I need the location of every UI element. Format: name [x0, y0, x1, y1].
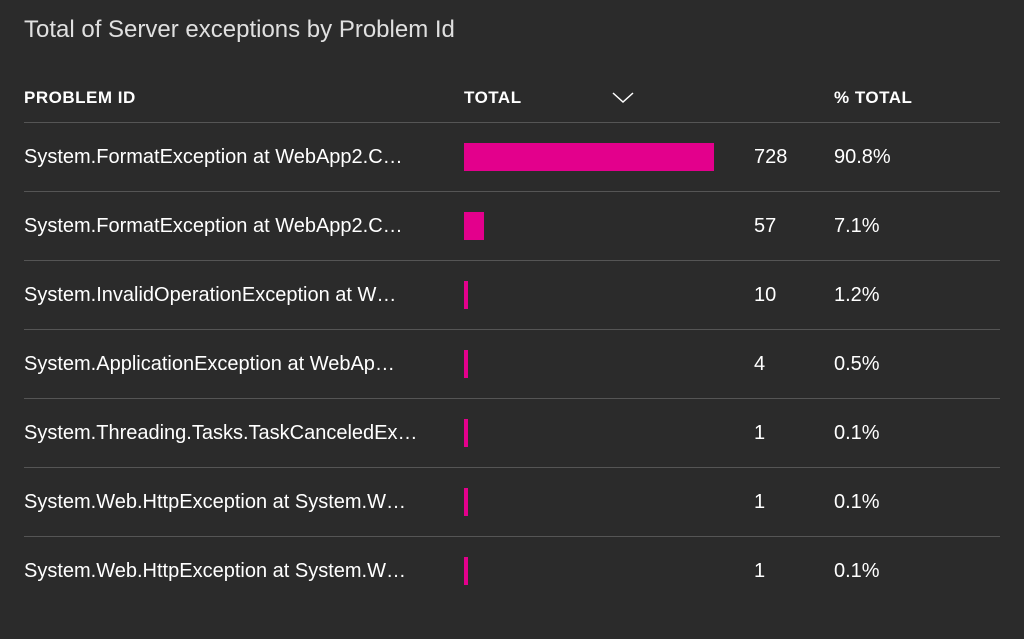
bar-container: [464, 557, 714, 585]
total-value: 1: [734, 491, 834, 514]
value-bar: [464, 212, 484, 240]
column-header-total-label: TOTAL: [464, 88, 522, 108]
table-row[interactable]: System.FormatException at WebApp2.C… 7289…: [24, 123, 1000, 192]
value-bar: [464, 281, 468, 309]
percent-value: 0.1%: [834, 422, 880, 445]
table-row[interactable]: System.Web.HttpException at System.W… 10.…: [24, 468, 1000, 537]
total-cell: [464, 557, 734, 585]
value-bar: [464, 557, 468, 585]
bar-container: [464, 281, 714, 309]
table-row[interactable]: System.ApplicationException at WebAp… 40.…: [24, 330, 1000, 399]
problem-id-cell: System.FormatException at WebApp2.C…: [24, 146, 464, 169]
value-bar: [464, 143, 714, 171]
column-header-problem-id[interactable]: PROBLEM ID: [24, 88, 464, 108]
total-value: 1: [734, 422, 834, 445]
percent-value: 7.1%: [834, 215, 880, 238]
table-header-row: PROBLEM ID TOTAL % TOTAL: [24, 74, 1000, 123]
total-value: 4: [734, 353, 834, 376]
total-cell: [464, 350, 734, 378]
bar-container: [464, 212, 714, 240]
problem-id-cell: System.Threading.Tasks.TaskCanceledEx…: [24, 422, 464, 445]
main-container: Total of Server exceptions by Problem Id…: [0, 0, 1024, 621]
problem-id-cell: System.ApplicationException at WebAp…: [24, 353, 464, 376]
problem-id-cell: System.InvalidOperationException at W…: [24, 284, 464, 307]
table-row[interactable]: System.Threading.Tasks.TaskCanceledEx… 10…: [24, 399, 1000, 468]
total-cell: [464, 488, 734, 516]
value-bar: [464, 350, 468, 378]
total-value: 57: [734, 215, 834, 238]
bar-container: [464, 488, 714, 516]
percent-value: 0.1%: [834, 491, 880, 514]
total-cell: [464, 143, 734, 171]
total-value: 1: [734, 560, 834, 583]
bar-container: [464, 419, 714, 447]
problem-id-cell: System.FormatException at WebApp2.C…: [24, 215, 464, 238]
table-body: System.FormatException at WebApp2.C… 7289…: [24, 123, 1000, 605]
total-cell: [464, 419, 734, 447]
percent-value: 0.1%: [834, 560, 880, 583]
percent-value: 0.5%: [834, 353, 880, 376]
total-cell: [464, 212, 734, 240]
table-row[interactable]: System.Web.HttpException at System.W… 10.…: [24, 537, 1000, 605]
total-value: 10: [734, 284, 834, 307]
percent-value: 90.8%: [834, 146, 891, 169]
problem-id-cell: System.Web.HttpException at System.W…: [24, 491, 464, 514]
page-title: Total of Server exceptions by Problem Id: [24, 16, 1000, 44]
problem-id-cell: System.Web.HttpException at System.W…: [24, 560, 464, 583]
total-cell: [464, 281, 734, 309]
column-header-percent[interactable]: % TOTAL: [734, 88, 1000, 108]
total-value: 728: [734, 146, 834, 169]
table-row[interactable]: System.FormatException at WebApp2.C… 577.…: [24, 192, 1000, 261]
chevron-down-icon: [612, 92, 634, 104]
exceptions-table: PROBLEM ID TOTAL % TOTAL System.FormatEx…: [24, 74, 1000, 605]
percent-value: 1.2%: [834, 284, 880, 307]
value-bar: [464, 488, 468, 516]
table-row[interactable]: System.InvalidOperationException at W… 10…: [24, 261, 1000, 330]
column-header-total[interactable]: TOTAL: [464, 88, 734, 108]
bar-container: [464, 350, 714, 378]
bar-container: [464, 143, 714, 171]
value-bar: [464, 419, 468, 447]
